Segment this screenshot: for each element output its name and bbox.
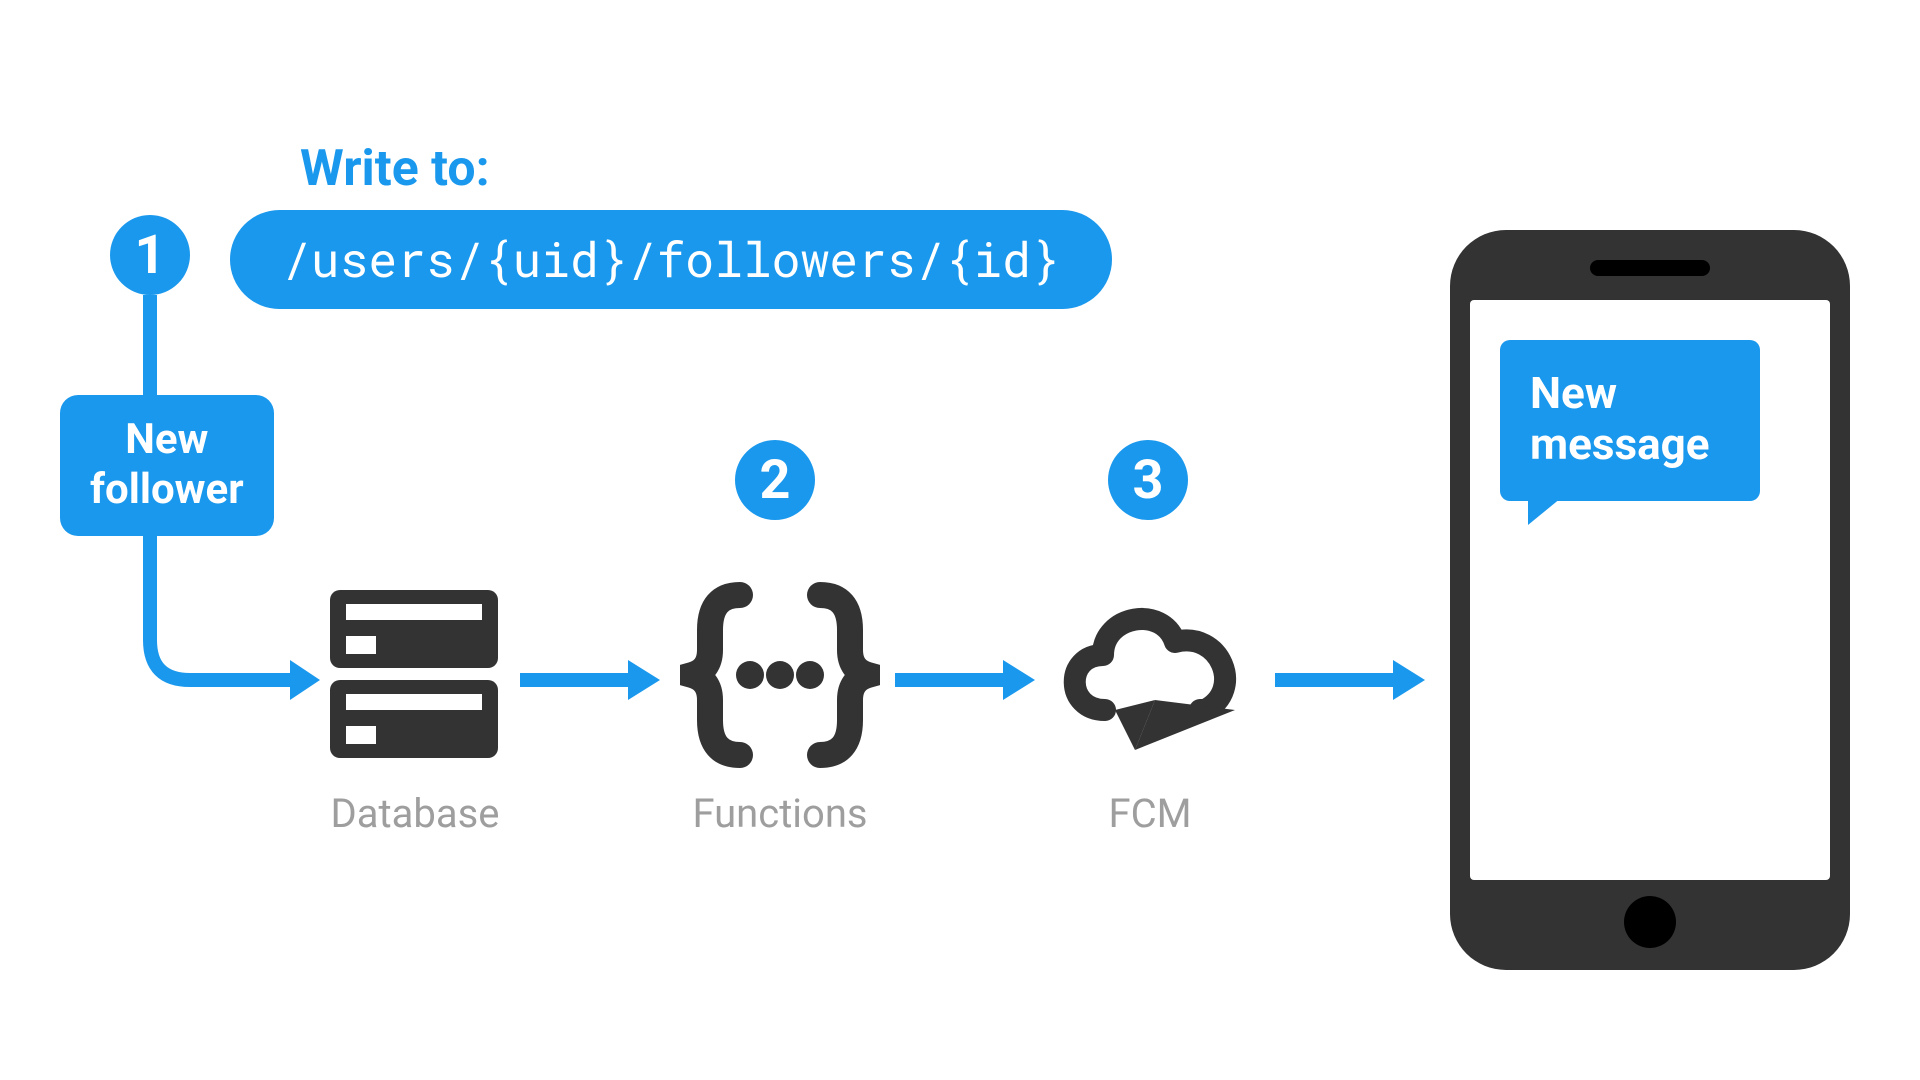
server-unit-icon (330, 590, 498, 668)
follower-line2: follower (90, 465, 244, 514)
step-badge-2: 2 (735, 440, 815, 520)
new-follower-box: New follower (60, 395, 274, 536)
fcm-cloud-icon (1045, 580, 1255, 770)
bubble-line2: message (1530, 418, 1710, 470)
functions-label: Functions (670, 790, 890, 837)
message-bubble: New message (1500, 340, 1760, 501)
arrow-db-to-functions (520, 655, 660, 705)
phone-device-icon: New message (1450, 230, 1850, 970)
write-to-label: Write to: (300, 140, 490, 198)
phone-screen: New message (1470, 300, 1830, 880)
phone-speaker-icon (1590, 260, 1710, 276)
arrow-follower-to-db (60, 520, 320, 710)
diagram-canvas: Write to: 1 /users/{uid}/followers/{id} … (0, 0, 1920, 1080)
bubble-line1: New (1530, 367, 1617, 419)
database-icon (330, 590, 498, 770)
arrow-fcm-to-phone (1275, 655, 1425, 705)
arrow-functions-to-fcm (895, 655, 1035, 705)
step-badge-3: 3 (1108, 440, 1188, 520)
fcm-label: FCM (1065, 790, 1235, 837)
follower-line1: New (125, 415, 208, 464)
code-path-pill: /users/{uid}/followers/{id} (230, 210, 1112, 309)
step-badge-1: 1 (110, 215, 190, 295)
bubble-tail-icon (1528, 489, 1572, 525)
database-label: Database (290, 790, 540, 837)
server-unit-icon (330, 680, 498, 758)
connector-badge-to-box (143, 295, 157, 395)
phone-home-button-icon (1624, 896, 1676, 948)
functions-icon (680, 575, 880, 775)
